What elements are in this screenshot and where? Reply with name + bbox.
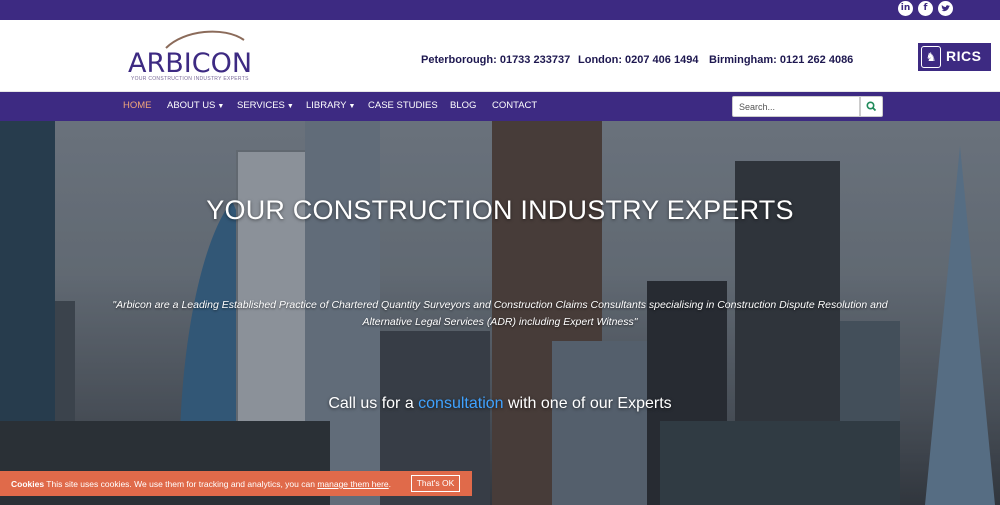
cta-text-before: Call us for a	[328, 395, 419, 412]
cta-text-after: with one of our Experts	[503, 395, 672, 412]
twitter-icon[interactable]	[938, 1, 953, 16]
logo-wordmark: ARBICON	[128, 48, 253, 79]
nav-item-library[interactable]: LIBRARY ▼	[306, 100, 355, 111]
contact-peterborough[interactable]: Peterborough: 01733 233737	[421, 54, 570, 66]
nav-item-label: ABOUT US	[167, 100, 216, 111]
nav-item-contact[interactable]: CONTACT	[492, 100, 537, 111]
nav-item-case-studies[interactable]: CASE STUDIES	[368, 100, 438, 111]
main-nav: HOME ABOUT US ▼ SERVICES ▼ LIBRARY ▼ CASE S…	[0, 92, 1000, 121]
rics-label: RICS	[946, 48, 982, 64]
consultation-link[interactable]: consultation	[418, 395, 503, 412]
manage-cookies-link[interactable]: manage them here	[317, 479, 388, 489]
contact-london[interactable]: London: 0207 406 1494	[578, 54, 698, 66]
nav-item-label: SERVICES	[237, 100, 285, 111]
nav-item-services[interactable]: SERVICES ▼	[237, 100, 294, 111]
search-placeholder: Search...	[739, 102, 776, 112]
site-header: ARBICON YOUR CONSTRUCTION INDUSTRY EXPER…	[0, 20, 1000, 92]
twitter-bird-shape	[941, 5, 950, 12]
arbicon-logo[interactable]: ARBICON YOUR CONSTRUCTION INDUSTRY EXPER…	[124, 28, 254, 88]
hero-cta: Call us for a consultation with one of o…	[0, 395, 1000, 413]
nav-item-label: BLOG	[450, 100, 477, 111]
nav-item-blog[interactable]: BLOG	[450, 100, 476, 111]
caret-down-icon: ▼	[217, 103, 225, 110]
search-input[interactable]: Search...	[732, 96, 860, 117]
accept-cookies-button[interactable]: That's OK	[411, 475, 460, 492]
rics-lion-icon: ♞	[921, 46, 941, 68]
rics-badge[interactable]: ♞ RICS	[918, 43, 991, 71]
cookie-message: Cookies This site uses cookies. We use t…	[11, 479, 391, 489]
nav-item-label: HOME	[123, 100, 152, 111]
nav-item-label: CASE STUDIES	[368, 100, 438, 111]
linkedin-icon[interactable]: in	[898, 1, 913, 16]
cookie-banner: Cookies This site uses cookies. We use t…	[0, 471, 472, 496]
search-icon	[866, 101, 877, 112]
caret-down-icon: ▼	[348, 103, 356, 110]
logo-swoosh-icon	[165, 30, 245, 49]
top-social-bar: in f	[0, 0, 1000, 20]
nav-item-home[interactable]: HOME	[123, 100, 152, 111]
search-button[interactable]	[860, 96, 883, 117]
nav-item-about-us[interactable]: ABOUT US ▼	[167, 100, 224, 111]
facebook-icon[interactable]: f	[918, 1, 933, 16]
logo-tagline: YOUR CONSTRUCTION INDUSTRY EXPERTS	[131, 76, 249, 82]
nav-item-label: CONTACT	[492, 100, 538, 111]
cookie-body: This site uses cookies. We use them for …	[44, 479, 318, 489]
cookie-end: .	[388, 479, 392, 489]
hero-quote: "Arbicon are a Leading Established Pract…	[112, 299, 888, 328]
contact-birmingham[interactable]: Birmingham: 0121 262 4086	[709, 54, 853, 66]
hero-section: YOUR CONSTRUCTION INDUSTRY EXPERTS "Arbi…	[0, 121, 1000, 505]
caret-down-icon: ▼	[286, 103, 294, 110]
cookie-title: Cookies	[11, 479, 45, 489]
nav-item-label: LIBRARY	[306, 100, 347, 111]
hero-title: YOUR CONSTRUCTION INDUSTRY EXPERTS	[206, 195, 794, 225]
